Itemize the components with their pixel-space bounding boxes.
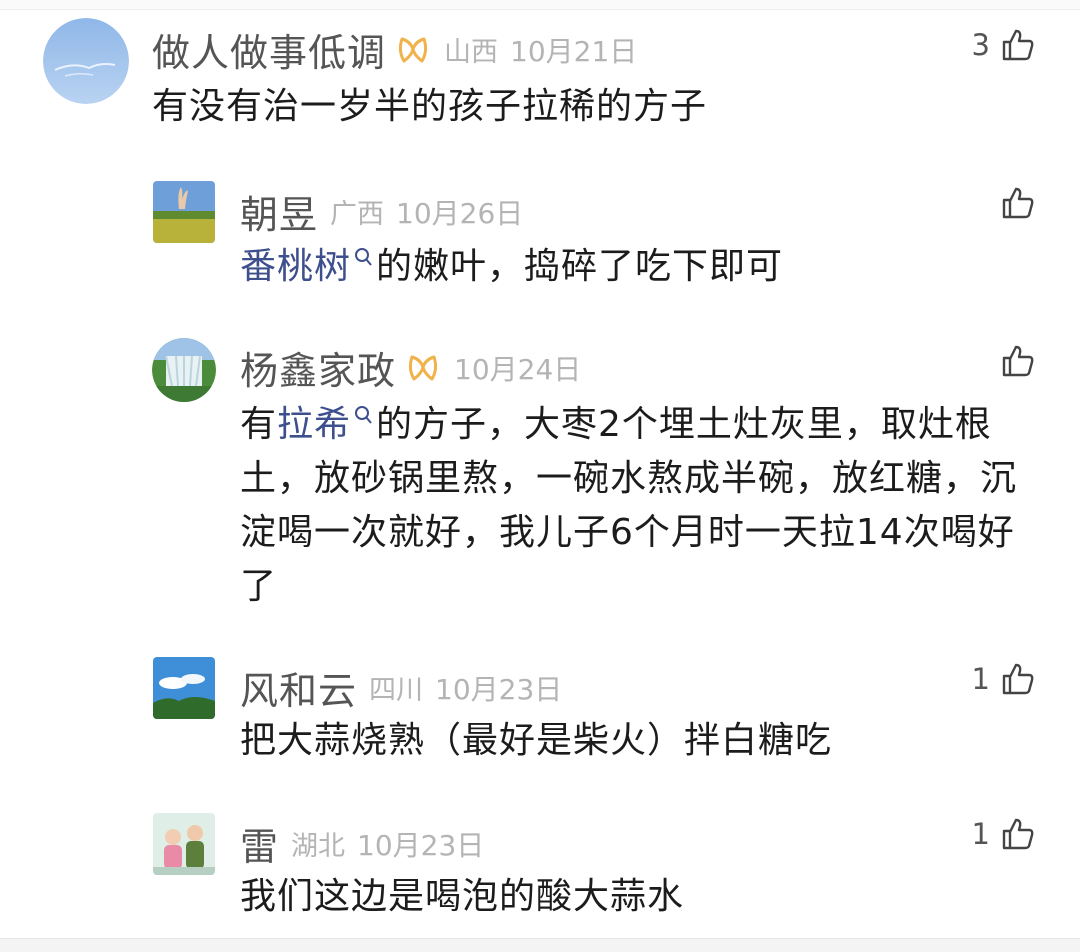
keyword-link[interactable]: 番桃树 [240, 246, 351, 287]
like-count: 1 [971, 662, 990, 696]
thumbs-up-icon[interactable] [998, 26, 1036, 64]
like-button[interactable]: 1 [972, 660, 1036, 698]
search-icon[interactable] [352, 246, 374, 272]
top-divider [0, 0, 1080, 10]
thumbs-up-icon[interactable] [998, 815, 1036, 853]
reply-text-prefix: 有 [240, 404, 278, 445]
reply-text-body: 的嫩叶，捣碎了吃下即可 [376, 246, 784, 287]
thumbs-up-icon[interactable] [998, 184, 1036, 222]
comment-text: 有没有治一岁半的孩子拉稀的方子 [152, 86, 708, 127]
vip-badge-icon [394, 31, 432, 69]
user-name[interactable]: 雷 [240, 816, 279, 871]
reply-meta: 雷 湖北 10月23日 [240, 816, 484, 871]
reply-date: 10月23日 [435, 672, 563, 706]
user-region: 湖北 [291, 831, 346, 862]
reply-meta: 杨鑫家政 10月24日 [240, 340, 581, 395]
sky-avatar-icon[interactable] [43, 18, 129, 104]
comment-meta: 做人做事低调 山西 10月21日 [152, 22, 637, 77]
user-name[interactable]: 朝昱 [240, 184, 318, 239]
thumbs-up-icon[interactable] [998, 342, 1036, 380]
like-button[interactable] [976, 184, 1036, 222]
vip-badge-icon [404, 349, 442, 387]
reply-text: 番桃树 的嫩叶，捣碎了吃下即可 [240, 240, 1040, 294]
cloud-sky-avatar-icon[interactable] [153, 657, 215, 719]
user-region: 山西 [444, 37, 499, 68]
reply-meta: 朝昱 广西 10月26日 [240, 184, 523, 239]
like-button[interactable]: 1 [972, 815, 1036, 853]
children-photo-avatar-icon[interactable] [153, 813, 215, 875]
bottom-divider [0, 938, 1080, 952]
user-region: 广西 [330, 199, 385, 230]
user-name[interactable]: 做人做事低调 [152, 22, 386, 77]
reply-meta: 风和云 四川 10月23日 [240, 660, 562, 715]
reply-date: 10月24日 [454, 352, 582, 386]
reply-text: 把大蒜烧熟（最好是柴火）拌白糖吃 [240, 720, 833, 761]
keyword-link[interactable]: 拉希 [277, 404, 351, 445]
user-name[interactable]: 风和云 [240, 660, 357, 715]
reply-text: 我们这边是喝泡的酸大蒜水 [240, 876, 685, 917]
thumbs-up-icon[interactable] [998, 660, 1036, 698]
user-name[interactable]: 杨鑫家政 [240, 340, 396, 395]
reply-text-body: 的方子，大枣2个埋土灶灰里，取灶根土，放砂锅里熬，一碗水熬成半碗，放红糖，沉淀喝… [240, 404, 1018, 607]
like-count: 1 [971, 817, 990, 851]
field-avatar-icon[interactable] [153, 181, 215, 243]
like-count: 3 [971, 28, 990, 62]
waterfall-avatar-icon[interactable] [152, 338, 216, 402]
comment-date: 10月21日 [510, 34, 638, 68]
user-region: 四川 [369, 675, 424, 706]
like-button[interactable]: 3 [972, 26, 1036, 64]
reply-text: 有拉希 的方子，大枣2个埋土灶灰里，取灶根土，放砂锅里熬，一碗水熬成半碗，放红糖，… [240, 398, 1040, 614]
like-button[interactable] [976, 342, 1036, 380]
search-icon[interactable] [352, 404, 374, 430]
reply-date: 10月23日 [357, 828, 485, 862]
reply-date: 10月26日 [396, 196, 524, 230]
